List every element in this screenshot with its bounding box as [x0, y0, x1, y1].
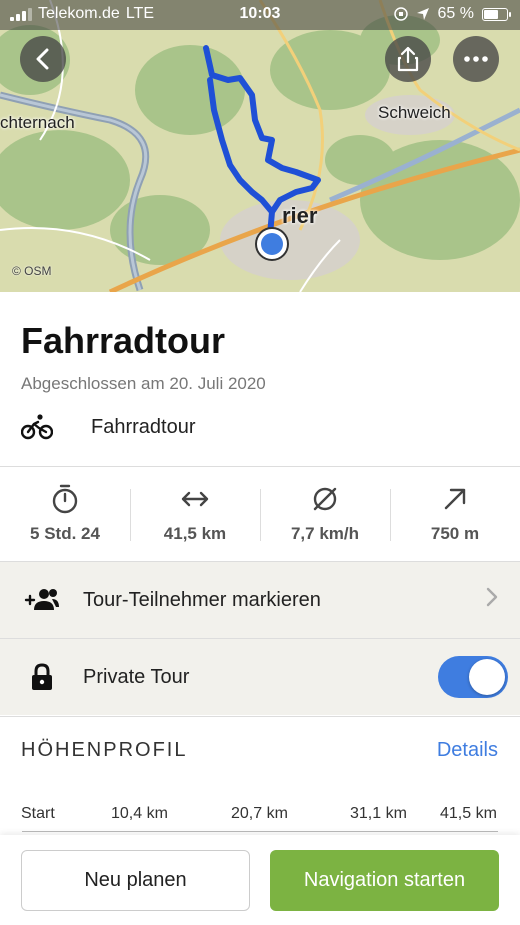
- more-options-button[interactable]: [453, 36, 499, 82]
- mark-participants-label: Tour-Teilnehmer markieren: [83, 588, 321, 611]
- axis-label-start: Start: [21, 805, 55, 822]
- map-label-echternach: chternach: [0, 113, 75, 132]
- elevation-profile-section: HÖHENPROFIL Details Start 10,4 km 20,7 k…: [0, 716, 520, 836]
- route-map[interactable]: chternach Schweich rier © OSM Telekom.de…: [0, 0, 520, 292]
- average-speed-icon: [313, 487, 337, 511]
- elevation-distance-axis: Start 10,4 km 20,7 km 31,1 km 41,5 km: [0, 805, 520, 835]
- mark-participants-row[interactable]: Tour-Teilnehmer markieren: [0, 561, 520, 638]
- private-tour-toggle[interactable]: [438, 656, 508, 698]
- axis-label-end: 41,5 km: [440, 805, 497, 822]
- share-button[interactable]: [385, 36, 431, 82]
- stat-duration-value: 5 Std. 24: [30, 524, 100, 543]
- current-position-marker: [255, 227, 289, 261]
- bottom-action-bar: Neu planen Navigation starten: [0, 835, 520, 925]
- stat-elevation-value: 750 m: [430, 524, 480, 543]
- chevron-right-icon: [486, 586, 498, 614]
- replan-button[interactable]: Neu planen: [21, 850, 250, 911]
- map-attribution: © OSM: [12, 264, 52, 278]
- sport-type-label: Fahrradtour: [91, 415, 196, 438]
- stat-speed-value: 7,7 km/h: [290, 524, 360, 543]
- back-button[interactable]: [20, 36, 66, 82]
- location-arrow-icon: [416, 8, 429, 20]
- elevation-details-link[interactable]: Details: [437, 739, 498, 762]
- tour-completed-date: Abgeschlossen am 20. Juli 2020: [21, 374, 266, 393]
- orientation-lock-icon: [393, 7, 408, 21]
- stat-distance: 41,5 km: [130, 467, 260, 561]
- axis-label-2: 20,7 km: [231, 805, 288, 822]
- bicycle-icon: [21, 414, 53, 440]
- elevation-up-icon: [444, 488, 466, 510]
- status-bar: Telekom.de LTE 10:03 65 %: [0, 0, 520, 30]
- battery-icon: [482, 7, 511, 21]
- axis-label-1: 10,4 km: [111, 805, 168, 822]
- map-label-schweich: Schweich: [378, 103, 451, 122]
- battery-percentage: 65 %: [437, 5, 474, 22]
- lock-icon: [31, 663, 52, 690]
- add-participants-icon: [24, 589, 59, 610]
- distance-arrows-icon: [181, 491, 209, 507]
- sport-type-row: Fahrradtour: [21, 414, 196, 440]
- axis-label-3: 31,1 km: [350, 805, 407, 822]
- private-tour-row: Private Tour: [0, 638, 520, 715]
- axis-line: [22, 831, 498, 832]
- more-dots-icon: [464, 56, 488, 62]
- stat-speed: 7,7 km/h: [260, 467, 390, 561]
- toggle-knob: [469, 659, 505, 695]
- share-icon: [397, 46, 419, 72]
- tour-stats: 5 Std. 24 41,5 km 7,7 km/h 750 m: [0, 466, 520, 561]
- tour-title: Fahrradtour: [21, 320, 226, 361]
- stat-distance-value: 41,5 km: [163, 524, 227, 543]
- stat-elevation: 750 m: [390, 467, 520, 561]
- stopwatch-icon: [52, 484, 78, 514]
- stat-duration: 5 Std. 24: [0, 467, 130, 561]
- start-navigation-button[interactable]: Navigation starten: [270, 850, 499, 911]
- private-tour-label: Private Tour: [83, 665, 190, 688]
- chevron-left-icon: [36, 48, 49, 70]
- elevation-profile-heading: HÖHENPROFIL: [21, 739, 188, 761]
